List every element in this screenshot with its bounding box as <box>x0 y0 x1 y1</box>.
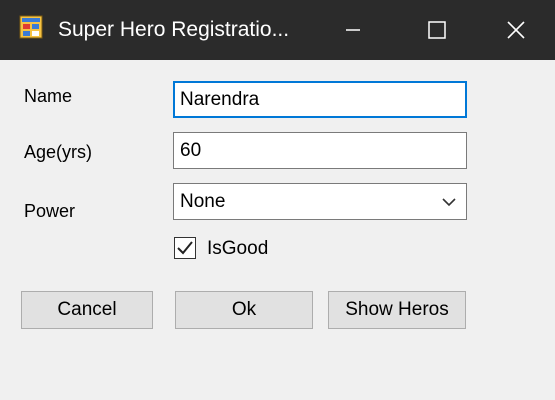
power-selected-value: None <box>180 191 226 212</box>
power-label: Power <box>24 201 76 221</box>
maximize-icon <box>428 21 446 39</box>
age-label: Age(yrs) <box>24 142 93 162</box>
app-window-icon <box>19 15 43 39</box>
title-bar[interactable]: Super Hero Registratio... <box>0 0 555 60</box>
cancel-button[interactable]: Cancel <box>21 291 153 329</box>
minimize-icon <box>346 29 360 31</box>
isgood-label[interactable]: IsGood <box>207 238 268 260</box>
maximize-button[interactable] <box>393 0 481 60</box>
close-button[interactable] <box>477 0 555 60</box>
window-title: Super Hero Registratio... <box>58 18 290 41</box>
name-label: Name <box>24 86 73 106</box>
isgood-checkbox[interactable] <box>174 237 196 259</box>
close-icon <box>507 21 525 39</box>
power-dropdown[interactable]: None <box>173 183 467 220</box>
name-field[interactable] <box>173 81 467 118</box>
age-field[interactable] <box>173 132 467 169</box>
show-heros-button[interactable]: Show Heros <box>328 291 466 329</box>
form-body: Name Age(yrs) Power None IsGood Cancel O… <box>0 60 555 400</box>
checkmark-icon <box>177 241 193 255</box>
minimize-button[interactable] <box>309 0 397 60</box>
chevron-down-icon <box>442 198 456 207</box>
ok-button[interactable]: Ok <box>175 291 313 329</box>
